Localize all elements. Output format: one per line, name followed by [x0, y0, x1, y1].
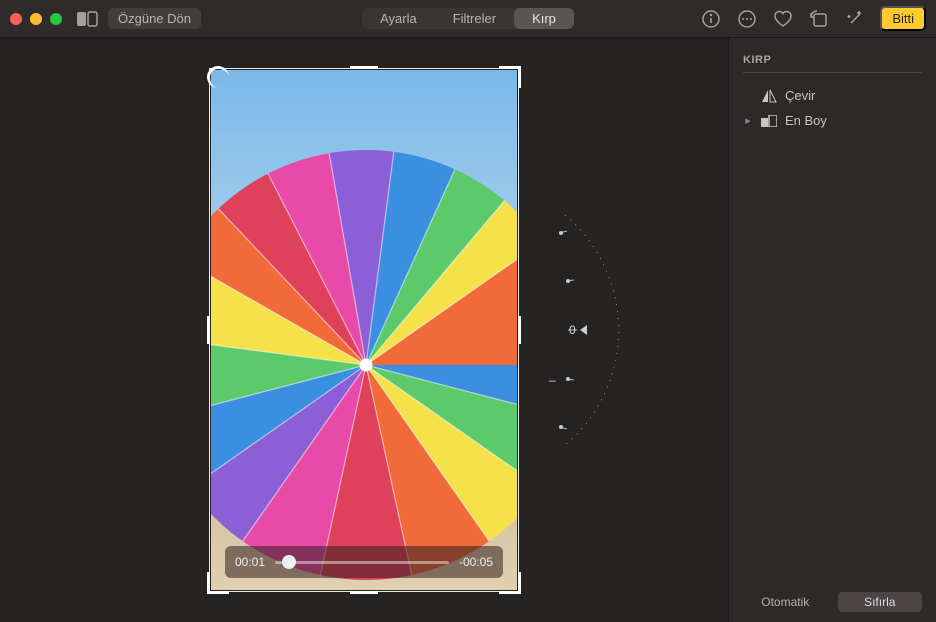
- dial-pointer-icon: [580, 325, 587, 335]
- auto-enhance-wand-icon[interactable]: [844, 8, 866, 30]
- close-window-button[interactable]: [10, 13, 22, 25]
- crop-handle-tr[interactable]: [499, 66, 521, 88]
- toolbar-right-group: Bitti: [700, 6, 926, 31]
- edit-mode-tabs: Ayarla Filtreler Kırp: [362, 8, 574, 29]
- rotate-icon[interactable]: [808, 8, 830, 30]
- aspect-icon: [761, 115, 777, 127]
- fullscreen-window-button[interactable]: [50, 13, 62, 25]
- trim-track[interactable]: [275, 561, 449, 564]
- chevron-right-icon: ▸: [743, 114, 753, 127]
- crop-frame[interactable]: 0 – 00:01 -00:05: [209, 68, 519, 592]
- photo-preview: [211, 70, 517, 590]
- tab-adjust[interactable]: Ayarla: [362, 8, 435, 29]
- revert-to-original-button[interactable]: Özgüne Dön: [108, 8, 201, 29]
- flip-icon: [761, 89, 777, 103]
- canvas-area: 0 – 00:01 -00:05: [0, 38, 728, 622]
- crop-handle-top[interactable]: [350, 66, 378, 69]
- tab-filters[interactable]: Filtreler: [435, 8, 514, 29]
- auto-button[interactable]: Otomatik: [743, 592, 828, 612]
- video-trim-bar[interactable]: 00:01 -00:05: [225, 546, 503, 578]
- dial-value-label: 0: [569, 323, 587, 337]
- sidebar-heading: KIRP: [743, 54, 922, 73]
- sidebar-footer: Otomatik Sıfırla: [743, 592, 922, 612]
- titlebar: Özgüne Dön Ayarla Filtreler Kırp Bitti: [0, 0, 936, 38]
- more-icon[interactable]: [736, 8, 758, 30]
- crop-handle-left[interactable]: [207, 316, 210, 344]
- dial-value: 0: [569, 323, 576, 337]
- done-button[interactable]: Bitti: [880, 6, 926, 31]
- flip-label: Çevir: [785, 88, 815, 103]
- info-icon[interactable]: [700, 8, 722, 30]
- crop-handle-tl[interactable]: [207, 66, 229, 88]
- umbrella-graphic: [211, 150, 517, 580]
- dial-minus-label: –: [549, 373, 556, 387]
- aspect-label: En Boy: [785, 113, 827, 128]
- crop-handle-bottom[interactable]: [350, 591, 378, 594]
- trim-remaining: -00:05: [459, 555, 493, 569]
- reset-button[interactable]: Sıfırla: [838, 592, 923, 612]
- crop-handle-right[interactable]: [518, 316, 521, 344]
- trim-playhead[interactable]: [282, 555, 296, 569]
- minimize-window-button[interactable]: [30, 13, 42, 25]
- compare-split-icon[interactable]: [76, 8, 98, 30]
- sidebar-item-flip[interactable]: Çevir: [743, 83, 922, 108]
- sidebar-item-aspect[interactable]: ▸ En Boy: [743, 108, 922, 133]
- trim-elapsed: 00:01: [235, 555, 265, 569]
- favorite-heart-icon[interactable]: [772, 8, 794, 30]
- crop-sidebar: KIRP Çevir ▸ En Boy Otomatik Sıfırla: [728, 38, 936, 622]
- tab-crop[interactable]: Kırp: [514, 8, 574, 29]
- window-controls: [10, 13, 62, 25]
- straighten-dial[interactable]: 0 –: [527, 205, 587, 455]
- crop-handle-br[interactable]: [499, 572, 521, 594]
